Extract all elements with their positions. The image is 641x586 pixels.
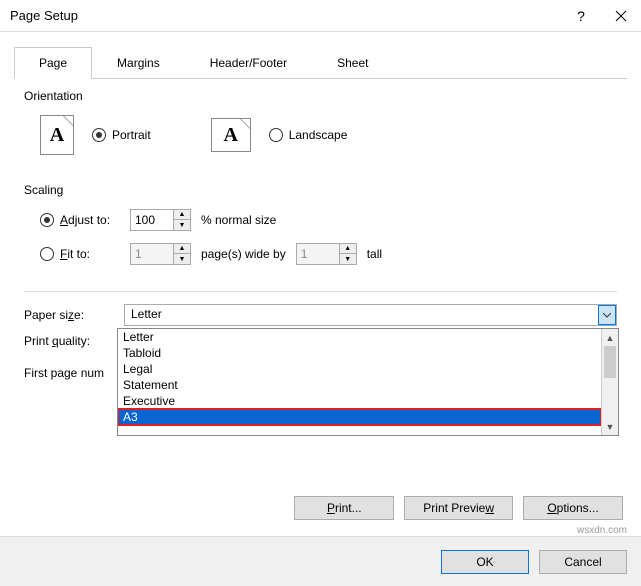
radio-dot-icon — [40, 213, 54, 227]
landscape-icon: A — [211, 118, 251, 152]
adjust-to-radio[interactable]: Adjust to: — [40, 213, 120, 227]
adjust-to-spinner[interactable]: ▲ ▼ — [130, 209, 191, 231]
scaling-title: Scaling — [24, 183, 617, 197]
fit-wide-spinner[interactable]: ▲ ▼ — [130, 243, 191, 265]
scroll-up-icon[interactable]: ▲ — [602, 329, 618, 346]
spinner-up-icon[interactable]: ▲ — [174, 244, 190, 254]
spinner-down-icon[interactable]: ▼ — [340, 254, 356, 264]
radio-dot-icon — [40, 247, 54, 261]
orientation-title: Orientation — [24, 89, 617, 103]
portrait-label: Portrait — [112, 128, 151, 142]
adjust-to-suffix: % normal size — [201, 213, 276, 227]
portrait-icon: A — [40, 115, 74, 155]
cancel-button[interactable]: Cancel — [539, 550, 627, 574]
spinner-up-icon[interactable]: ▲ — [174, 210, 190, 220]
help-button[interactable]: ? — [561, 0, 601, 32]
fit-tall-suffix: tall — [367, 247, 382, 261]
print-button[interactable]: Print... — [294, 496, 394, 520]
ok-button[interactable]: OK — [441, 550, 529, 574]
spinner-up-icon[interactable]: ▲ — [340, 244, 356, 254]
fit-tall-spinner[interactable]: ▲ ▼ — [296, 243, 357, 265]
options-button[interactable]: Options... — [523, 496, 623, 520]
paper-size-label: Paper size: — [24, 308, 114, 322]
radio-dot-icon — [92, 128, 106, 142]
chevron-down-icon[interactable] — [598, 305, 616, 325]
dropdown-scrollbar[interactable]: ▲ ▼ — [601, 329, 618, 435]
spinner-down-icon[interactable]: ▼ — [174, 220, 190, 230]
adjust-to-label: Adjust to: — [60, 213, 110, 227]
scrollbar-thumb[interactable] — [604, 346, 616, 378]
spinner-down-icon[interactable]: ▼ — [174, 254, 190, 264]
window-title: Page Setup — [10, 8, 561, 23]
scroll-down-icon[interactable]: ▼ — [602, 418, 618, 435]
tab-page[interactable]: Page — [14, 47, 92, 79]
dropdown-option-tabloid[interactable]: Tabloid — [118, 345, 601, 361]
fit-mid-label: page(s) wide by — [201, 247, 286, 261]
close-button[interactable] — [601, 0, 641, 32]
dropdown-option-legal[interactable]: Legal — [118, 361, 601, 377]
adjust-to-input[interactable] — [131, 210, 173, 230]
fit-wide-input[interactable] — [131, 244, 173, 264]
tab-header-footer[interactable]: Header/Footer — [185, 47, 312, 79]
landscape-label: Landscape — [289, 128, 348, 142]
watermark: wsxdn.com — [577, 525, 627, 536]
first-page-label: First page num — [24, 366, 114, 380]
fit-to-radio[interactable]: Fit to: — [40, 247, 120, 261]
dropdown-option-a3[interactable]: A3 — [118, 409, 601, 425]
paper-size-dropdown: Letter Tabloid Legal Statement Executive… — [117, 328, 619, 436]
print-quality-label: Print quality: — [24, 334, 114, 348]
radio-dot-icon — [269, 128, 283, 142]
paper-size-combo[interactable]: Letter — [124, 304, 617, 326]
dropdown-option-statement[interactable]: Statement — [118, 377, 601, 393]
portrait-radio[interactable]: Portrait — [92, 128, 151, 142]
dropdown-option-executive[interactable]: Executive — [118, 393, 601, 409]
tab-strip: Page Margins Header/Footer Sheet — [14, 46, 627, 79]
tab-sheet[interactable]: Sheet — [312, 47, 393, 79]
paper-size-value: Letter — [125, 305, 598, 325]
dropdown-option-letter[interactable]: Letter — [118, 329, 601, 345]
fit-tall-input[interactable] — [297, 244, 339, 264]
print-preview-button[interactable]: Print Preview — [404, 496, 513, 520]
landscape-radio[interactable]: Landscape — [269, 128, 348, 142]
tab-margins[interactable]: Margins — [92, 47, 185, 79]
fit-to-label: Fit to: — [60, 247, 90, 261]
